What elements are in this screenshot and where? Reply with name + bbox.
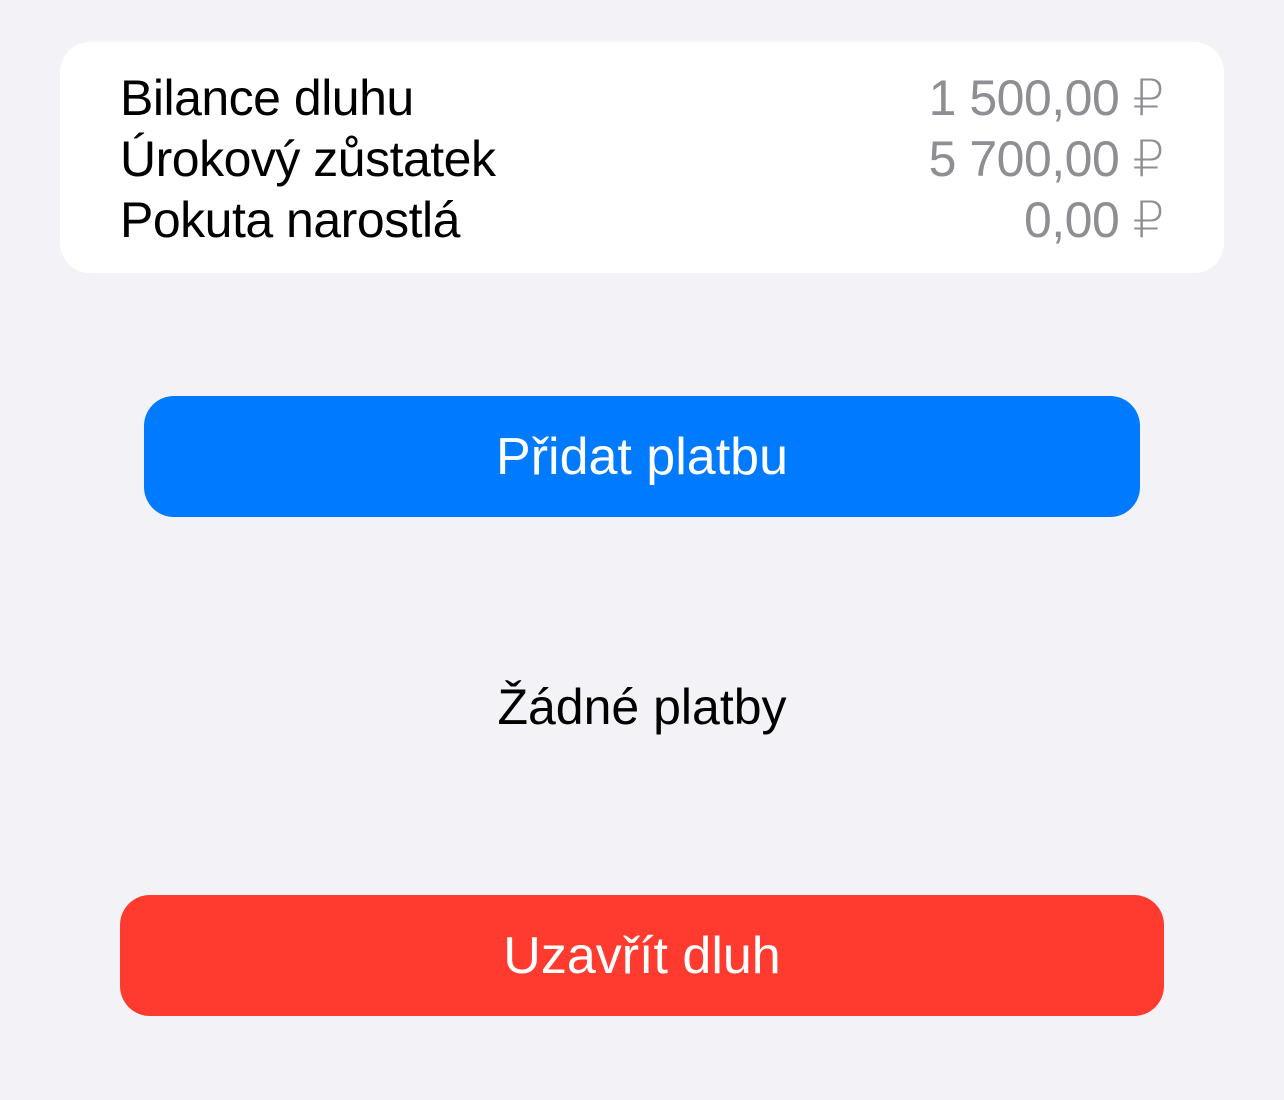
add-payment-button[interactable]: Přidat platbu	[144, 396, 1140, 517]
no-payments-message: Žádné platby	[497, 679, 787, 735]
debt-balance-value: 1 500,00 ₽	[928, 70, 1165, 126]
summary-row-accrued-penalty: Pokuta narostlá 0,00 ₽	[120, 190, 1165, 251]
close-debt-button[interactable]: Uzavřít dluh	[120, 895, 1164, 1016]
accrued-penalty-value: 0,00 ₽	[1023, 192, 1165, 248]
interest-balance-value: 5 700,00 ₽	[928, 131, 1165, 187]
summary-row-interest-balance: Úrokový zůstatek 5 700,00 ₽	[120, 129, 1165, 190]
add-payment-button-label: Přidat platbu	[496, 427, 788, 486]
accrued-penalty-label: Pokuta narostlá	[120, 192, 460, 248]
debt-summary-card: Bilance dluhu 1 500,00 ₽ Úrokový zůstate…	[60, 42, 1224, 273]
interest-balance-label: Úrokový zůstatek	[120, 131, 496, 187]
summary-row-debt-balance: Bilance dluhu 1 500,00 ₽	[120, 68, 1165, 129]
close-debt-button-label: Uzavřít dluh	[503, 926, 781, 985]
debt-balance-label: Bilance dluhu	[120, 70, 414, 126]
